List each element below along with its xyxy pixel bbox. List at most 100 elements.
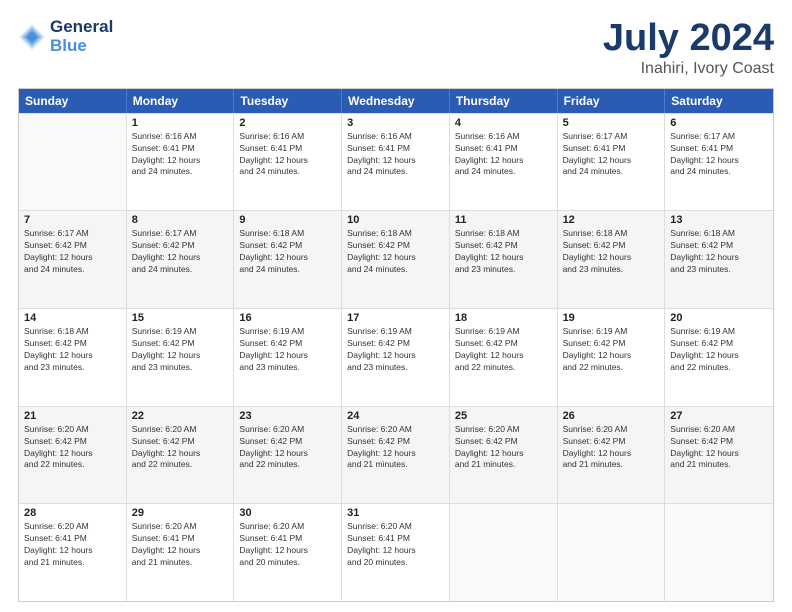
day-number: 26 (563, 410, 660, 422)
day-of-week-saturday: Saturday (665, 89, 773, 113)
day-19: 19 Sunrise: 6:19 AM Sunset: 6:42 PM Dayli… (558, 309, 666, 406)
day-24: 24 Sunrise: 6:20 AM Sunset: 6:42 PM Dayli… (342, 407, 450, 504)
day-8: 8 Sunrise: 6:17 AM Sunset: 6:42 PM Daylig… (127, 211, 235, 308)
logo-blue: Blue (50, 37, 113, 56)
day-number: 17 (347, 312, 444, 324)
calendar: SundayMondayTuesdayWednesdayThursdayFrid… (18, 88, 774, 602)
day-info: Sunrise: 6:20 AM Sunset: 6:42 PM Dayligh… (347, 424, 444, 472)
day-info: Sunrise: 6:20 AM Sunset: 6:42 PM Dayligh… (455, 424, 552, 472)
day-22: 22 Sunrise: 6:20 AM Sunset: 6:42 PM Dayli… (127, 407, 235, 504)
day-number: 8 (132, 214, 229, 226)
day-info: Sunrise: 6:18 AM Sunset: 6:42 PM Dayligh… (455, 228, 552, 276)
day-info: Sunrise: 6:17 AM Sunset: 6:42 PM Dayligh… (132, 228, 229, 276)
day-21: 21 Sunrise: 6:20 AM Sunset: 6:42 PM Dayli… (19, 407, 127, 504)
day-2: 2 Sunrise: 6:16 AM Sunset: 6:41 PM Daylig… (234, 114, 342, 211)
day-12: 12Sunrise: 6:18 AM Sunset: 6:42 PM Dayli… (558, 211, 666, 308)
calendar-header: SundayMondayTuesdayWednesdayThursdayFrid… (19, 89, 773, 113)
day-info: Sunrise: 6:20 AM Sunset: 6:41 PM Dayligh… (132, 521, 229, 569)
day-info: Sunrise: 6:19 AM Sunset: 6:42 PM Dayligh… (670, 326, 768, 374)
day-number: 2 (239, 117, 336, 129)
day-11: 11 Sunrise: 6:18 AM Sunset: 6:42 PM Dayli… (450, 211, 558, 308)
header: General Blue July 2024 Inahiri, Ivory Co… (18, 18, 774, 78)
day-number: 24 (347, 410, 444, 422)
day-number: 14 (24, 312, 121, 324)
day-info: Sunrise: 6:19 AM Sunset: 6:42 PM Dayligh… (347, 326, 444, 374)
empty-cell (665, 504, 773, 601)
day-info: Sunrise: 6:20 AM Sunset: 6:42 PM Dayligh… (670, 424, 768, 472)
calendar-week-1: 1 Sunrise: 6:16 AM Sunset: 6:41 PM Daylig… (19, 113, 773, 211)
logo-icon (18, 23, 46, 51)
day-info: Sunrise: 6:18 AM Sunset: 6:42 PM Dayligh… (563, 228, 660, 276)
calendar-week-2: 7Sunrise: 6:17 AM Sunset: 6:42 PM Daylig… (19, 210, 773, 308)
logo-general: General (50, 18, 113, 37)
day-28: 28Sunrise: 6:20 AM Sunset: 6:41 PM Dayli… (19, 504, 127, 601)
day-27: 27 Sunrise: 6:20 AM Sunset: 6:42 PM Dayli… (665, 407, 773, 504)
day-info: Sunrise: 6:20 AM Sunset: 6:42 PM Dayligh… (563, 424, 660, 472)
day-number: 23 (239, 410, 336, 422)
day-9: 9 Sunrise: 6:18 AM Sunset: 6:42 PM Daylig… (234, 211, 342, 308)
day-of-week-sunday: Sunday (19, 89, 127, 113)
main-title: July 2024 (603, 18, 774, 60)
title-block: July 2024 Inahiri, Ivory Coast (603, 18, 774, 78)
day-number: 11 (455, 214, 552, 226)
day-info: Sunrise: 6:18 AM Sunset: 6:42 PM Dayligh… (347, 228, 444, 276)
day-info: Sunrise: 6:19 AM Sunset: 6:42 PM Dayligh… (455, 326, 552, 374)
day-number: 9 (239, 214, 336, 226)
day-info: Sunrise: 6:19 AM Sunset: 6:42 PM Dayligh… (132, 326, 229, 374)
empty-cell (450, 504, 558, 601)
day-number: 16 (239, 312, 336, 324)
calendar-week-5: 28Sunrise: 6:20 AM Sunset: 6:41 PM Dayli… (19, 503, 773, 601)
day-23: 23 Sunrise: 6:20 AM Sunset: 6:42 PM Dayli… (234, 407, 342, 504)
day-info: Sunrise: 6:16 AM Sunset: 6:41 PM Dayligh… (239, 131, 336, 179)
day-29: 29 Sunrise: 6:20 AM Sunset: 6:41 PM Dayli… (127, 504, 235, 601)
day-14: 14 Sunrise: 6:18 AM Sunset: 6:42 PM Dayli… (19, 309, 127, 406)
day-25: 25 Sunrise: 6:20 AM Sunset: 6:42 PM Dayli… (450, 407, 558, 504)
day-info: Sunrise: 6:18 AM Sunset: 6:42 PM Dayligh… (239, 228, 336, 276)
day-number: 10 (347, 214, 444, 226)
day-number: 29 (132, 507, 229, 519)
day-30: 30Sunrise: 6:20 AM Sunset: 6:41 PM Dayli… (234, 504, 342, 601)
day-17: 17 Sunrise: 6:19 AM Sunset: 6:42 PM Dayli… (342, 309, 450, 406)
day-number: 25 (455, 410, 552, 422)
day-info: Sunrise: 6:18 AM Sunset: 6:42 PM Dayligh… (24, 326, 121, 374)
day-number: 21 (24, 410, 121, 422)
day-info: Sunrise: 6:17 AM Sunset: 6:41 PM Dayligh… (670, 131, 768, 179)
day-18: 18 Sunrise: 6:19 AM Sunset: 6:42 PM Dayli… (450, 309, 558, 406)
day-1: 1 Sunrise: 6:16 AM Sunset: 6:41 PM Daylig… (127, 114, 235, 211)
logo: General Blue (18, 18, 113, 55)
day-20: 20 Sunrise: 6:19 AM Sunset: 6:42 PM Dayli… (665, 309, 773, 406)
day-info: Sunrise: 6:20 AM Sunset: 6:42 PM Dayligh… (132, 424, 229, 472)
day-3: 3Sunrise: 6:16 AM Sunset: 6:41 PM Daylig… (342, 114, 450, 211)
day-of-week-thursday: Thursday (450, 89, 558, 113)
day-number: 1 (132, 117, 229, 129)
subtitle: Inahiri, Ivory Coast (603, 60, 774, 78)
day-number: 13 (670, 214, 768, 226)
day-number: 30 (239, 507, 336, 519)
day-number: 19 (563, 312, 660, 324)
day-15: 15 Sunrise: 6:19 AM Sunset: 6:42 PM Dayli… (127, 309, 235, 406)
day-number: 18 (455, 312, 552, 324)
calendar-body: 1 Sunrise: 6:16 AM Sunset: 6:41 PM Daylig… (19, 113, 773, 601)
day-number: 20 (670, 312, 768, 324)
day-of-week-monday: Monday (127, 89, 235, 113)
page: General Blue July 2024 Inahiri, Ivory Co… (0, 0, 792, 612)
day-info: Sunrise: 6:20 AM Sunset: 6:42 PM Dayligh… (239, 424, 336, 472)
day-number: 3 (347, 117, 444, 129)
day-info: Sunrise: 6:19 AM Sunset: 6:42 PM Dayligh… (563, 326, 660, 374)
calendar-week-3: 14 Sunrise: 6:18 AM Sunset: 6:42 PM Dayli… (19, 308, 773, 406)
day-4: 4 Sunrise: 6:16 AM Sunset: 6:41 PM Daylig… (450, 114, 558, 211)
day-info: Sunrise: 6:20 AM Sunset: 6:42 PM Dayligh… (24, 424, 121, 472)
day-info: Sunrise: 6:16 AM Sunset: 6:41 PM Dayligh… (132, 131, 229, 179)
day-info: Sunrise: 6:18 AM Sunset: 6:42 PM Dayligh… (670, 228, 768, 276)
empty-cell (558, 504, 666, 601)
day-info: Sunrise: 6:17 AM Sunset: 6:41 PM Dayligh… (563, 131, 660, 179)
day-info: Sunrise: 6:16 AM Sunset: 6:41 PM Dayligh… (455, 131, 552, 179)
day-number: 15 (132, 312, 229, 324)
day-info: Sunrise: 6:20 AM Sunset: 6:41 PM Dayligh… (24, 521, 121, 569)
day-5: 5Sunrise: 6:17 AM Sunset: 6:41 PM Daylig… (558, 114, 666, 211)
day-26: 26 Sunrise: 6:20 AM Sunset: 6:42 PM Dayli… (558, 407, 666, 504)
day-number: 4 (455, 117, 552, 129)
day-number: 27 (670, 410, 768, 422)
day-number: 22 (132, 410, 229, 422)
calendar-week-4: 21 Sunrise: 6:20 AM Sunset: 6:42 PM Dayli… (19, 406, 773, 504)
